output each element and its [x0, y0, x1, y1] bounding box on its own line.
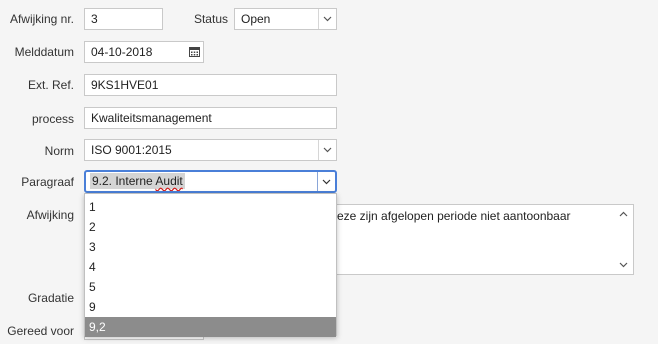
- afwijking-nr-value: 3: [91, 12, 98, 26]
- norm-select[interactable]: ISO 9001:2015: [84, 139, 337, 161]
- status-value: Open: [241, 12, 271, 26]
- dropdown-option[interactable]: 3: [85, 237, 336, 257]
- afwijking-nr-label: Afwijking nr.: [9, 12, 74, 26]
- chevron-down-icon[interactable]: [318, 9, 336, 29]
- dropdown-option[interactable]: 2: [85, 217, 336, 237]
- melddatum-label: Melddatum: [14, 45, 74, 59]
- process-label: process: [31, 112, 74, 126]
- gereed-voor-label: Gereed voor: [7, 324, 74, 338]
- ext-ref-value: 9KS1HVE01: [91, 78, 159, 92]
- chevron-down-icon[interactable]: [317, 172, 335, 191]
- process-input[interactable]: Kwaliteitsmanagement: [84, 107, 337, 129]
- status-select[interactable]: Open: [234, 8, 337, 30]
- dropdown-option[interactable]: 4: [85, 257, 336, 277]
- process-value: Kwaliteitsmanagement: [91, 111, 212, 125]
- paragraaf-value: 9.2. Interne Audit: [90, 173, 185, 189]
- melddatum-input[interactable]: 04-10-2018: [84, 41, 204, 63]
- paragraaf-value-text: 9.2. Interne: [92, 174, 156, 188]
- norm-label: Norm: [44, 144, 74, 158]
- melddatum-value: 04-10-2018: [91, 45, 153, 59]
- paragraaf-value-audit: Audit: [155, 174, 183, 188]
- paragraaf-dropdown-list[interactable]: 1 2 3 4 5 9 9,2: [84, 193, 337, 337]
- ext-ref-label: Ext. Ref.: [27, 78, 74, 92]
- calendar-icon[interactable]: [188, 43, 200, 61]
- status-label: Status: [193, 12, 228, 26]
- scroll-down-icon[interactable]: [617, 259, 629, 271]
- dropdown-option-selected[interactable]: 9,2: [85, 317, 336, 337]
- norm-value: ISO 9001:2015: [91, 143, 172, 157]
- scroll-up-icon[interactable]: [617, 208, 629, 220]
- chevron-down-icon[interactable]: [318, 140, 336, 160]
- paragraaf-label: Paragraaf: [21, 175, 74, 189]
- dropdown-option[interactable]: 9: [85, 297, 336, 317]
- paragraaf-select[interactable]: 9.2. Interne Audit: [84, 170, 337, 193]
- gradatie-label: Gradatie: [27, 291, 74, 305]
- afwijking-value: eze zijn afgelopen periode niet aantoonb…: [337, 209, 571, 223]
- afwijking-nr-input[interactable]: 3: [84, 8, 163, 30]
- dropdown-option[interactable]: 1: [85, 197, 336, 217]
- afwijking-label: Afwijking: [26, 208, 74, 222]
- dropdown-option[interactable]: 5: [85, 277, 336, 297]
- ext-ref-input[interactable]: 9KS1HVE01: [84, 74, 337, 96]
